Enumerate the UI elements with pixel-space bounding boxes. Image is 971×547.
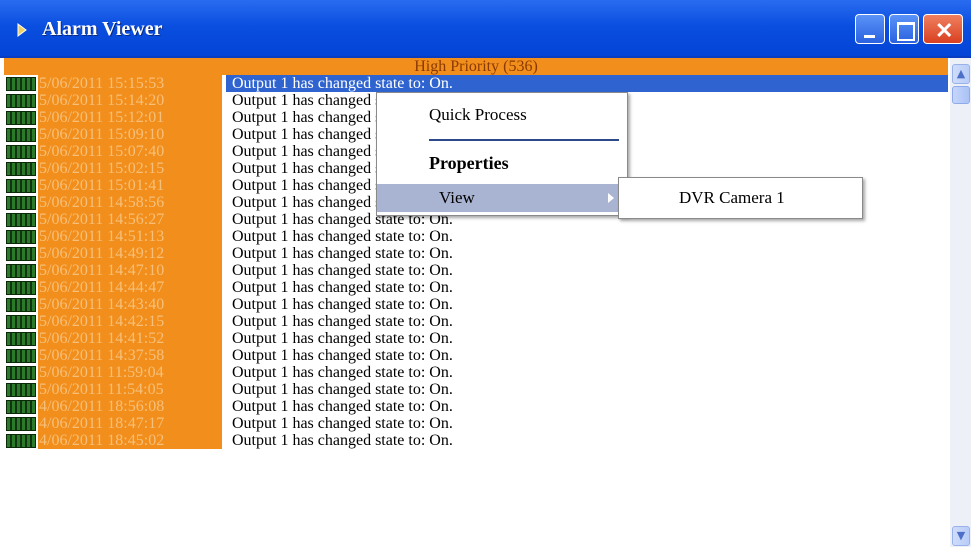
close-icon: ✕ (935, 18, 954, 43)
row-datetime: 5/06/2011 15:09:10 (38, 126, 222, 143)
row-datetime: 5/06/2011 14:58:56 (38, 194, 222, 211)
menu-item-view-label: View (439, 188, 475, 207)
alarm-row-icon (6, 179, 36, 193)
table-row[interactable]: 4/06/2011 18:45:02 Output 1 has changed s… (4, 432, 950, 449)
row-message: Output 1 has changed state to: On. (232, 415, 453, 432)
alarm-row-icon (6, 145, 36, 159)
alarm-row-icon (6, 264, 36, 278)
row-message: Output 1 has changed state to: On. (232, 245, 453, 262)
row-message: Output 1 has changed state to: On. (232, 381, 453, 398)
table-row[interactable]: 5/06/2011 15:15:53 Output 1 has changed s… (4, 75, 950, 92)
menu-item-properties[interactable]: Properties (377, 149, 627, 177)
menu-item-view[interactable]: View (377, 184, 627, 212)
row-datetime: 5/06/2011 14:47:10 (38, 262, 222, 279)
view-submenu: DVR Camera 1 (618, 177, 863, 219)
row-datetime: 5/06/2011 15:14:20 (38, 92, 222, 109)
row-datetime: 4/06/2011 18:56:08 (38, 398, 222, 415)
row-datetime: 5/06/2011 14:42:15 (38, 313, 222, 330)
row-message: Output 1 has changed state to: On. (232, 279, 453, 296)
alarm-row-icon (6, 349, 36, 363)
menu-item-quick-process[interactable]: Quick Process (377, 101, 627, 129)
row-datetime: 5/06/2011 15:07:40 (38, 143, 222, 160)
row-datetime: 5/06/2011 15:12:01 (38, 109, 222, 126)
row-datetime: 5/06/2011 15:01:41 (38, 177, 222, 194)
row-datetime: 5/06/2011 14:43:40 (38, 296, 222, 313)
row-message: Output 1 has changed state to: On. (232, 347, 453, 364)
context-menu: Quick Process Properties View (376, 92, 628, 216)
scroll-up-icon[interactable]: ▲ (952, 64, 970, 84)
alarm-row-icon (6, 213, 36, 227)
alarm-row-icon (6, 315, 36, 329)
menu-separator (429, 139, 619, 141)
row-datetime: 5/06/2011 11:54:05 (38, 381, 222, 398)
row-message: Output 1 has changed state to: On. (232, 313, 453, 330)
row-datetime: 5/06/2011 15:02:15 (38, 160, 222, 177)
submenu-arrow-icon (608, 193, 614, 203)
scroll-down-icon[interactable]: ▼ (952, 526, 970, 546)
alarm-row-icon (6, 247, 36, 261)
table-row[interactable]: 5/06/2011 14:49:12 Output 1 has changed s… (4, 245, 950, 262)
row-message: Output 1 has changed state to: On. (226, 75, 948, 92)
table-row[interactable]: 5/06/2011 11:59:04 Output 1 has changed s… (4, 364, 950, 381)
maximize-button[interactable] (889, 14, 919, 44)
alarm-row-icon (6, 94, 36, 108)
row-datetime: 5/06/2011 14:49:12 (38, 245, 222, 262)
row-message: Output 1 has changed state to: On. (232, 296, 453, 313)
window-title: Alarm Viewer (42, 18, 163, 40)
alarm-row-icon (6, 417, 36, 431)
table-row[interactable]: 5/06/2011 14:47:10 Output 1 has changed s… (4, 262, 950, 279)
table-row[interactable]: 4/06/2011 18:47:17 Output 1 has changed s… (4, 415, 950, 432)
row-datetime: 4/06/2011 18:45:02 (38, 432, 222, 449)
alarm-row-icon (6, 196, 36, 210)
table-row[interactable]: 5/06/2011 14:37:58 Output 1 has changed s… (4, 347, 950, 364)
table-row[interactable]: 5/06/2011 14:51:13 Output 1 has changed s… (4, 228, 950, 245)
alarm-row-icon (6, 281, 36, 295)
alarm-viewer-icon (17, 23, 27, 37)
row-datetime: 5/06/2011 14:56:27 (38, 211, 222, 228)
alarm-row-icon (6, 298, 36, 312)
close-button[interactable]: ✕ (923, 14, 963, 44)
row-datetime: 5/06/2011 14:44:47 (38, 279, 222, 296)
table-row[interactable]: 5/06/2011 14:44:47 Output 1 has changed s… (4, 279, 950, 296)
row-message: Output 1 has changed state to: On. (232, 364, 453, 381)
table-row[interactable]: 5/06/2011 11:54:05 Output 1 has changed s… (4, 381, 950, 398)
row-datetime: 5/06/2011 14:41:52 (38, 330, 222, 347)
group-header-high-priority[interactable]: High Priority (536) (4, 58, 948, 75)
table-row[interactable]: 4/06/2011 18:56:08 Output 1 has changed s… (4, 398, 950, 415)
row-message: Output 1 has changed state to: On. (232, 398, 453, 415)
alarm-row-icon (6, 366, 36, 380)
row-datetime: 5/06/2011 11:59:04 (38, 364, 222, 381)
alarm-row-icon (6, 332, 36, 346)
table-row[interactable]: 5/06/2011 14:42:15 Output 1 has changed s… (4, 313, 950, 330)
minimize-button[interactable] (855, 14, 885, 44)
row-message: Output 1 has changed state to: On. (232, 330, 453, 347)
alarm-row-icon (6, 111, 36, 125)
row-datetime: 5/06/2011 15:15:53 (38, 75, 222, 92)
table-row[interactable]: 5/06/2011 14:41:52 Output 1 has changed s… (4, 330, 950, 347)
title-bar[interactable]: Alarm Viewer ✕ (0, 0, 971, 58)
alarm-row-icon (6, 230, 36, 244)
alarm-row-icon (6, 400, 36, 414)
alarm-row-icon (6, 383, 36, 397)
scroll-thumb[interactable] (952, 86, 970, 104)
alarm-row-icon (6, 162, 36, 176)
menu-item-dvr-camera-1[interactable]: DVR Camera 1 (679, 188, 785, 208)
vertical-scrollbar[interactable]: ▲ ▼ (950, 58, 971, 547)
alarm-row-icon (6, 77, 36, 91)
table-row[interactable]: 5/06/2011 14:43:40 Output 1 has changed s… (4, 296, 950, 313)
row-message: Output 1 has changed state to: On. (232, 432, 453, 449)
alarm-row-icon (6, 434, 36, 448)
alarm-row-icon (6, 128, 36, 142)
row-datetime: 5/06/2011 14:37:58 (38, 347, 222, 364)
row-datetime: 5/06/2011 14:51:13 (38, 228, 222, 245)
row-message: Output 1 has changed state to: On. (232, 228, 453, 245)
row-message: Output 1 has changed state to: On. (232, 262, 453, 279)
row-datetime: 4/06/2011 18:47:17 (38, 415, 222, 432)
